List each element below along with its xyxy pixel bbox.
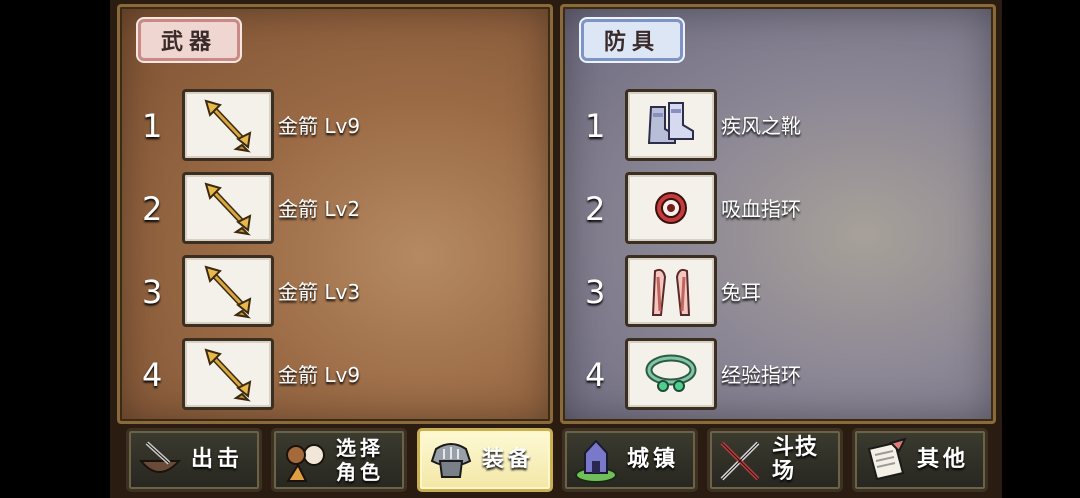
golden-arrow-icon — [204, 348, 252, 402]
nav-label: 装备 — [482, 447, 535, 472]
weapons-title: 武器 — [138, 19, 241, 61]
nav-label-wrap: 选择 角色 — [336, 436, 384, 484]
armor-panel: 防具 1 疾风之靴 2 吸血指环 3 兔耳 4 经验指环 — [560, 4, 996, 424]
weapon-row-3[interactable]: 3 金箭 Lv3 — [120, 255, 550, 327]
armor-title: 防具 — [581, 19, 684, 61]
armor-slot-number: 3 — [585, 273, 606, 311]
weapon-slot-number: 4 — [142, 356, 163, 394]
weapon-slot-4[interactable] — [182, 338, 274, 410]
weapon-row-1[interactable]: 1 金箭 Lv9 — [120, 89, 550, 161]
nav-label: 出击 — [191, 447, 244, 472]
nav-other-button[interactable]: 其他 — [852, 428, 988, 492]
boots-icon — [647, 102, 694, 144]
golden-arrow-icon — [204, 99, 252, 153]
weapon-row-4[interactable]: 4 金箭 Lv9 — [120, 338, 550, 410]
armor-row-4[interactable]: 4 经验指环 — [563, 338, 993, 410]
weapon-slot-number: 1 — [142, 107, 163, 145]
weapon-slot-number: 3 — [142, 273, 163, 311]
armor-slot-number: 1 — [585, 107, 606, 145]
nav-sortie-button[interactable]: 出击 — [126, 428, 262, 492]
nav-label-line2: 角色 — [336, 460, 384, 484]
nav-label: 其他 — [917, 447, 970, 472]
weapon-name: 金箭 Lv9 — [278, 114, 361, 138]
nav-equipment-button[interactable]: 装备 — [417, 428, 553, 492]
weapon-slot-3[interactable] — [182, 255, 274, 327]
other-icon — [867, 437, 907, 481]
weapon-name: 金箭 Lv9 — [278, 363, 361, 387]
equipment-icon — [430, 443, 472, 478]
armor-name: 疾风之靴 — [721, 114, 801, 138]
weapon-slot-number: 2 — [142, 190, 163, 228]
armor-row-2[interactable]: 2 吸血指环 — [563, 172, 993, 244]
sortie-icon — [138, 441, 182, 473]
armor-slot-1[interactable] — [625, 89, 717, 161]
armor-slot-2[interactable] — [625, 172, 717, 244]
town-icon — [575, 439, 617, 483]
nav-character-select-button[interactable]: 选择 角色 — [271, 428, 407, 492]
armor-name: 兔耳 — [721, 280, 761, 304]
golden-arrow-icon — [204, 182, 252, 236]
armor-slot-3[interactable] — [625, 255, 717, 327]
vampire-ring-icon — [655, 192, 687, 224]
armor-name: 吸血指环 — [721, 197, 801, 221]
armor-slot-4[interactable] — [625, 338, 717, 410]
weapon-row-2[interactable]: 2 金箭 Lv2 — [120, 172, 550, 244]
nav-label: 城镇 — [627, 447, 680, 472]
nav-town-button[interactable]: 城镇 — [562, 428, 698, 492]
character-select-icon — [286, 444, 325, 482]
weapon-name: 金箭 Lv2 — [278, 197, 361, 221]
armor-row-3[interactable]: 3 兔耳 — [563, 255, 993, 327]
weapon-slot-2[interactable] — [182, 172, 274, 244]
weapon-slot-1[interactable] — [182, 89, 274, 161]
bunny-ears-icon — [651, 268, 691, 316]
armor-name: 经验指环 — [721, 363, 801, 387]
armor-row-1[interactable]: 1 疾风之靴 — [563, 89, 993, 161]
arena-icon — [720, 441, 760, 481]
armor-slot-number: 2 — [585, 190, 606, 228]
nav-label: 斗技场 — [772, 435, 819, 484]
nav-arena-button[interactable]: 斗技场 — [707, 428, 843, 492]
weapon-name: 金箭 Lv3 — [278, 280, 361, 304]
armor-slot-number: 4 — [585, 356, 606, 394]
exp-ring-icon — [645, 354, 697, 392]
weapons-panel: 武器 1 金箭 Lv9 2 金箭 Lv2 3 金箭 Lv3 4 金箭 Lv9 — [117, 4, 553, 424]
golden-arrow-icon — [204, 265, 252, 319]
nav-label-line1: 选择 — [336, 436, 384, 460]
